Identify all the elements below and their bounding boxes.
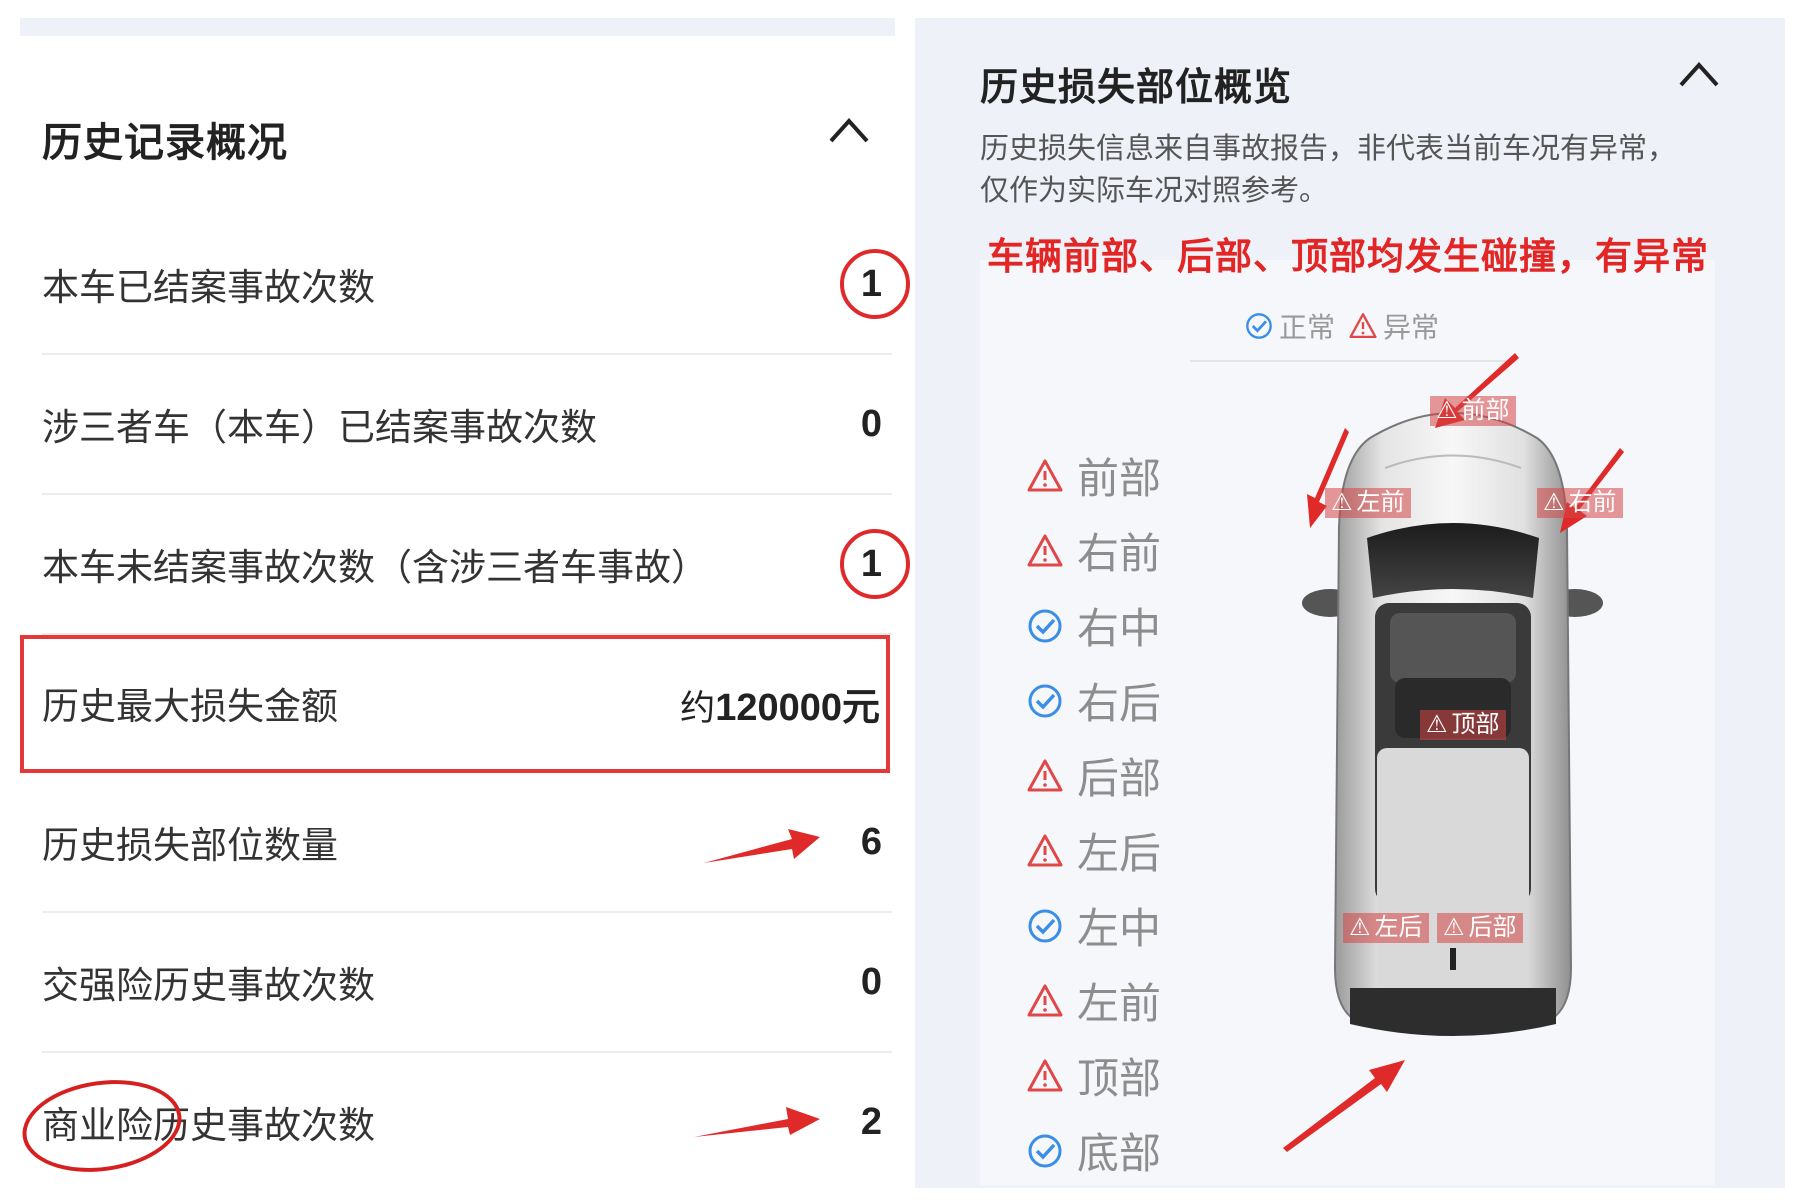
damage-part-label: 左后 [1077,830,1162,877]
check-circle-icon [1246,313,1272,339]
car-top-view-image [1283,353,1624,1152]
car-tag-label: 顶部 [1451,711,1500,738]
legend-abnormal-label: 异常 [1383,312,1440,343]
warning-triangle-icon [1027,534,1063,566]
row-label: 历史损失部位数量 [42,825,338,866]
warning-mini-icon: ⚠ [1443,914,1465,941]
warning-mini-icon: ⚠ [1543,489,1565,516]
check-circle-icon [1028,684,1062,717]
damage-part-label: 左中 [1077,905,1162,952]
car-tag-left-front: ⚠ 左前 [1325,488,1411,518]
damage-part-label: 右后 [1077,680,1162,727]
car-tag-front: ⚠ 前部 [1430,396,1516,426]
damage-part-item: 右前 [1027,513,1161,588]
history-row-compulsory-accidents: 交强险历史事故次数 0 [42,913,892,1053]
chevron-up-icon[interactable] [828,116,870,144]
annotation-arrow-icon [694,1107,820,1137]
annotation-circle [840,529,910,599]
damage-overview-title: 历史损失部位概览 [980,67,1293,109]
car-tag-right-front: ⚠ 右前 [1537,488,1623,518]
warning-triangle-icon [1027,984,1063,1016]
history-rows: 本车已结案事故次数 1 涉三者车（本车）已结案事故次数 0 本车未结案事故次数（… [16,215,910,1191]
car-tag-top: ⚠ 顶部 [1420,710,1506,740]
damage-parts-list: 前部右前右中右后后部左后左中左前顶部底部 [1027,438,1161,1188]
history-summary-header[interactable]: 历史记录概况 [42,100,892,170]
row-label: 历史最大损失金额 [42,686,338,727]
car-tag-label: 前部 [1461,397,1510,424]
warning-triangle-icon [1027,459,1063,491]
top-band [20,18,895,36]
warning-mini-icon: ⚠ [1426,711,1448,738]
check-circle-icon [1028,1134,1062,1167]
description-line: 仅作为实际车况对照参考。 [980,175,1329,207]
car-tag-rear: ⚠ 后部 [1437,913,1523,943]
chevron-up-icon[interactable] [1678,60,1720,88]
annotation-arrow-icon [704,829,820,863]
damage-part-item: 后部 [1027,738,1161,813]
legend-normal: 正常 [1245,306,1335,346]
check-circle-icon [1028,909,1062,942]
damage-part-item: 右中 [1027,588,1161,663]
legend-normal-label: 正常 [1279,312,1336,343]
car-tag-label: 后部 [1468,914,1517,941]
description-line: 历史损失信息来自事故报告，非代表当前车况有异常， [980,133,1677,165]
row-label: 本车未结案事故次数（含涉三者车事故） [42,547,708,588]
car-tag-label: 左前 [1356,489,1405,516]
warning-triangle-icon [1349,313,1377,339]
damage-part-item: 顶部 [1027,1038,1161,1113]
damage-part-item: 底部 [1027,1113,1161,1188]
damage-part-item: 前部 [1027,438,1161,513]
damage-overview-card: 历史损失部位概览 历史损失信息来自事故报告，非代表当前车况有异常， 仅作为实际车… [915,18,1785,1188]
damage-part-item: 左中 [1027,888,1161,963]
warning-triangle-icon [1027,759,1063,791]
check-circle-icon [1028,609,1062,642]
annotation-circle [840,249,910,319]
history-row-commercial-accidents: 商业险历史事故次数 2 [16,1053,892,1191]
damage-part-label: 顶部 [1077,1055,1162,1102]
damage-part-item: 左前 [1027,963,1161,1038]
damage-part-item: 右后 [1027,663,1161,738]
history-row-open-accidents: 本车未结案事故次数（含涉三者车事故） 1 [42,495,910,635]
row-value: 0 [860,960,882,1003]
annotation-ellipse [16,1070,188,1182]
damage-overview-header[interactable]: 历史损失部位概览 [980,46,1720,109]
car-tag-label: 左后 [1374,914,1423,941]
history-summary-title: 历史记录概况 [42,121,288,165]
warning-mini-icon: ⚠ [1436,397,1458,424]
row-value: 2 [860,1100,882,1143]
damage-part-label: 右前 [1077,530,1162,577]
value-prefix: 约 [680,688,716,728]
history-row-closed-accidents: 本车已结案事故次数 1 [42,215,910,355]
damage-part-label: 后部 [1077,755,1162,802]
warning-mini-icon: ⚠ [1349,914,1371,941]
car-diagram: ⚠ 前部 ⚠ 左前 ⚠ 右前 ⚠ 顶部 ⚠ 左后 ⚠ 后部 [1275,348,1725,1188]
damage-part-item: 左后 [1027,813,1161,888]
value-amount: 120000元 [715,686,880,729]
car-tag-left-rear: ⚠ 左后 [1343,913,1429,943]
row-label: 交强险历史事故次数 [42,965,375,1006]
warning-mini-icon: ⚠ [1331,489,1353,516]
row-value: 0 [860,402,882,445]
warning-triangle-icon [1027,834,1063,866]
damage-part-label: 右中 [1077,605,1162,652]
history-row-max-loss: 历史最大损失金额 约120000元 [20,635,890,773]
history-row-third-party-closed: 涉三者车（本车）已结案事故次数 0 [42,355,892,495]
damage-part-label: 前部 [1077,455,1162,502]
history-row-damaged-parts: 历史损失部位数量 6 [42,773,892,913]
car-tag-label: 右前 [1568,489,1617,516]
damage-part-label: 左前 [1077,980,1162,1027]
annotation-text: 车辆前部、后部、顶部均发生碰撞，有异常 [987,236,1709,277]
legend-abnormal: 异常 [1349,306,1439,346]
status-legend: 正常 异常 [1245,306,1439,346]
warning-triangle-icon [1027,1059,1063,1091]
row-label: 本车已结案事故次数 [42,267,375,308]
damage-overview-description: 历史损失信息来自事故报告，非代表当前车况有异常， 仅作为实际车况对照参考。 [980,128,1720,212]
row-value: 6 [860,820,882,863]
damage-part-label: 底部 [1077,1130,1162,1177]
row-value: 约120000元 [680,676,880,731]
row-label: 涉三者车（本车）已结案事故次数 [42,407,597,448]
